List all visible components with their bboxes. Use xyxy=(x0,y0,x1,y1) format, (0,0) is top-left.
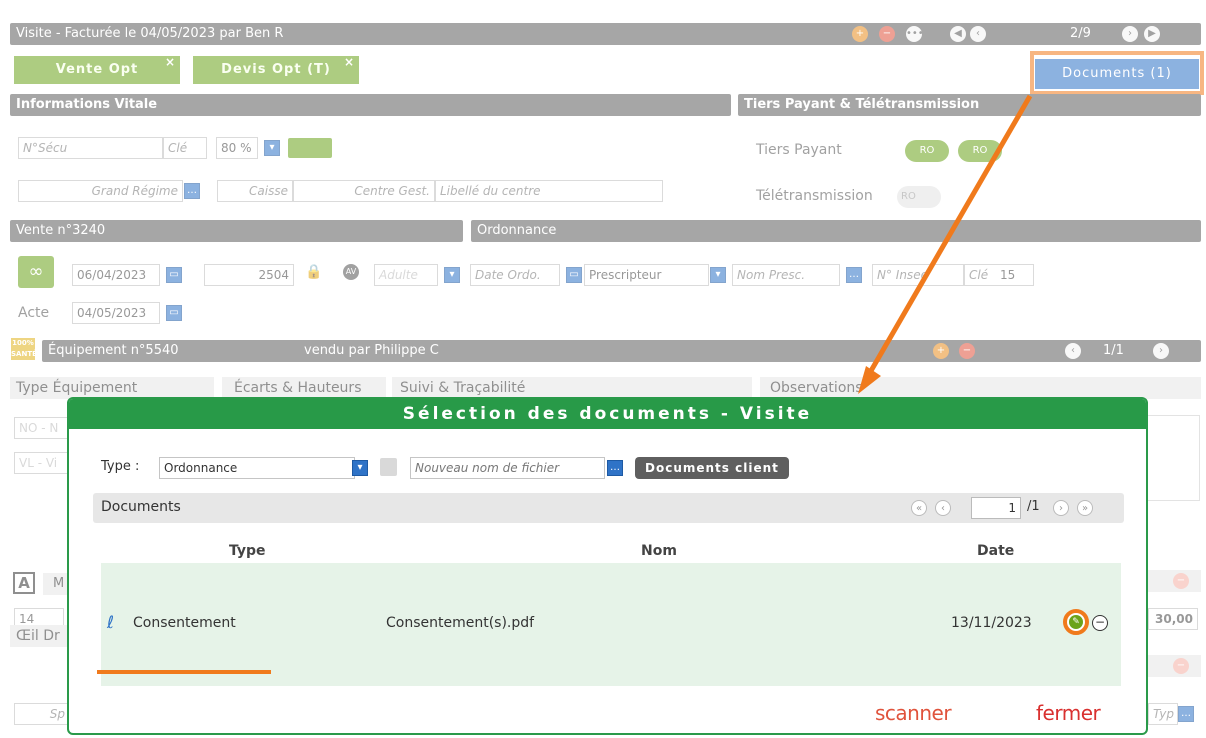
visit-page: Visite - Facturée le 04/05/2023 par Ben … xyxy=(0,0,1206,738)
annotation-arrow xyxy=(858,94,1033,394)
